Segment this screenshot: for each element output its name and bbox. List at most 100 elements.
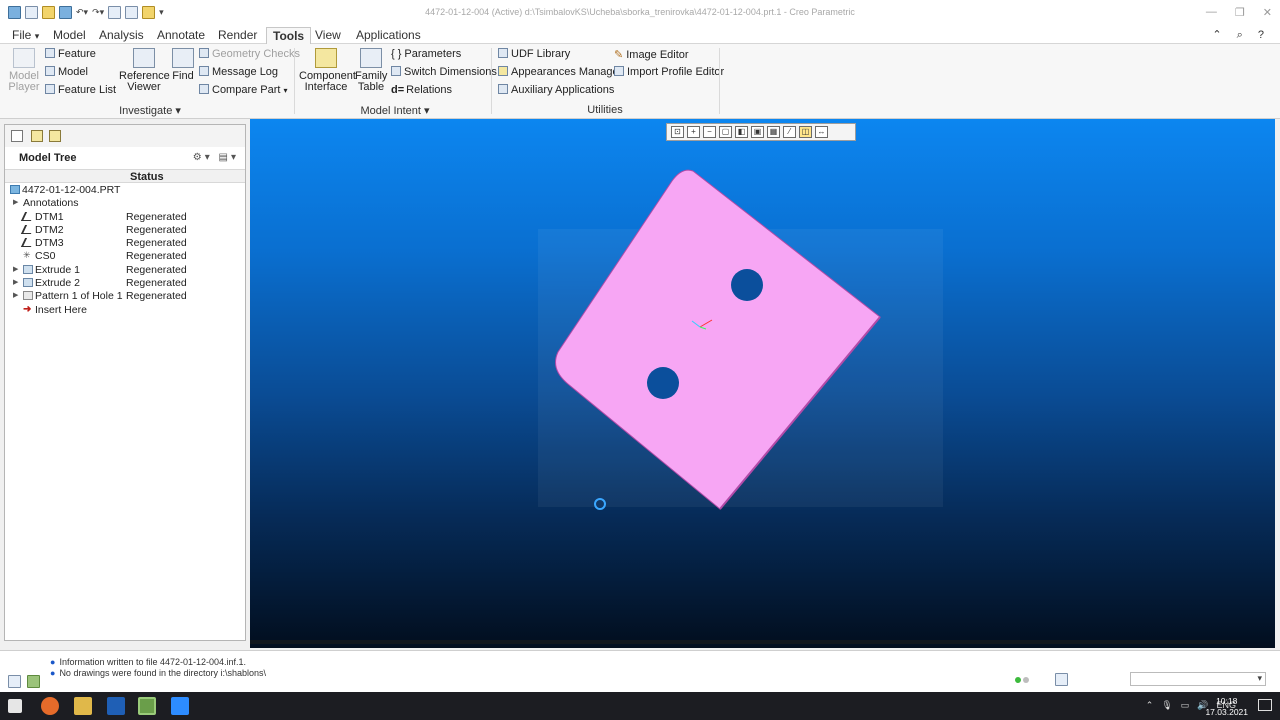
datum-plane-icon <box>20 238 36 248</box>
expand-arrow-icon[interactable]: ▶ <box>13 291 18 299</box>
appearances-manager-button[interactable]: Appearances Manager <box>498 66 622 78</box>
tab-file[interactable]: File ▾ <box>6 27 45 44</box>
model-tree-title: Model Tree <box>19 152 77 164</box>
favorites-icon[interactable] <box>49 130 61 142</box>
switch-dimensions-icon <box>391 66 401 76</box>
tree-item-label: CS0 <box>35 250 56 263</box>
tree-row[interactable]: ✳ CS0 Regenerated <box>5 249 245 262</box>
udf-library-button[interactable]: UDF Library <box>498 48 570 60</box>
firefox-icon[interactable] <box>41 697 59 715</box>
group-divider <box>491 48 492 114</box>
tab-render[interactable]: Render <box>212 27 263 44</box>
toggle-browser-icon[interactable] <box>27 675 40 688</box>
find-status-icon[interactable] <box>1055 673 1068 686</box>
parameters-button[interactable]: { } Parameters <box>391 48 461 60</box>
message-log-button[interactable]: Message Log <box>199 66 278 78</box>
tree-row[interactable]: ➜ Insert Here <box>5 303 245 316</box>
zoom-app-icon[interactable] <box>171 697 189 715</box>
tab-tools[interactable]: Tools <box>266 27 312 44</box>
extrude-icon <box>23 264 33 274</box>
close-icon[interactable]: ✕ <box>1263 6 1272 19</box>
tree-row[interactable]: ▶ Extrude 1 Regenerated <box>5 263 245 276</box>
tab-annotate[interactable]: Annotate <box>151 27 211 44</box>
find-button[interactable]: Find <box>171 48 195 82</box>
notifications-icon[interactable] <box>1258 699 1272 711</box>
reference-viewer-button[interactable]: Reference Viewer <box>119 48 170 93</box>
ribbon: Model Player Feature Model Feature List … <box>0 44 1280 119</box>
status-column-header[interactable]: Status <box>130 171 164 183</box>
tree-row[interactable]: DTM1 Regenerated <box>5 210 245 223</box>
chevron-down-icon: ▾ <box>1257 673 1262 683</box>
clock-date: 17.03.2021 <box>1205 707 1248 717</box>
network-icon[interactable]: ▭ <box>1181 700 1190 711</box>
chevron-down-icon: ▾ <box>283 86 288 95</box>
feature-list-button[interactable]: Feature List <box>45 84 116 96</box>
toggle-navigator-icon[interactable] <box>8 675 21 688</box>
microphone-icon[interactable]: 🎙 <box>1161 700 1172 711</box>
family-table-icon <box>360 48 382 68</box>
outlook-icon[interactable] <box>107 697 125 715</box>
reference-viewer-icon <box>133 48 155 68</box>
tab-analysis[interactable]: Analysis <box>93 27 150 44</box>
status-bar-left <box>8 675 40 688</box>
navigator-panel: Model Tree ⚙▾ ▤▾ Status 4472-01-12-004.P… <box>4 124 246 641</box>
compare-part-button[interactable]: Compare Part ▾ <box>199 84 288 96</box>
horizontal-scrollbar[interactable] <box>250 640 1240 644</box>
graphics-window[interactable]: ⊡ + − ▢ ◧ ▣ ▦ ⁄ ◫ ↔ <box>250 119 1275 648</box>
tree-settings-icon[interactable]: ⚙▾ ▤▾ <box>193 152 239 163</box>
model-player-button[interactable]: Model Player <box>8 48 40 93</box>
model-tree-tab-icon[interactable] <box>11 130 23 142</box>
insert-here-icon: ➜ <box>23 303 32 315</box>
file-explorer-icon[interactable] <box>74 697 92 715</box>
component-interface-icon <box>315 48 337 68</box>
model-info-button[interactable]: Model <box>45 66 88 78</box>
model-player-icon <box>13 48 35 68</box>
braces-icon: { } <box>391 48 402 60</box>
tree-row[interactable]: DTM2 Regenerated <box>5 223 245 236</box>
minimize-icon[interactable]: — <box>1206 6 1217 19</box>
tab-applications[interactable]: Applications <box>350 27 427 44</box>
family-table-button[interactable]: Family Table <box>355 48 387 93</box>
feature-info-button[interactable]: Feature <box>45 48 96 60</box>
windows-start-icon[interactable] <box>8 699 22 713</box>
expand-arrow-icon[interactable]: ▶ <box>13 198 18 206</box>
tray-chevron-icon[interactable]: ⌃ <box>1146 700 1154 711</box>
selection-filter-dropdown[interactable]: ▾ <box>1130 672 1266 686</box>
creo-taskbar-icon[interactable] <box>138 697 156 715</box>
expand-arrow-icon[interactable]: ▶ <box>13 265 18 273</box>
geometry-checks-button[interactable]: Geometry Checks <box>199 48 300 60</box>
tree-row[interactable]: ▶ Pattern 1 of Hole 1 Regenerated <box>5 289 245 302</box>
compare-part-icon <box>199 84 209 94</box>
tree-item-status: Regenerated <box>126 263 187 276</box>
model-tree: 4472-01-12-004.PRT ▶ Annotations DTM1 Regene… <box>5 183 245 316</box>
ribbon-help-icons[interactable]: ⌃ ⌕ ? <box>1212 28 1270 42</box>
taskbar-clock[interactable]: 10:18 17.03.2021 <box>1205 696 1248 718</box>
tree-row[interactable]: ▶ Annotations <box>5 196 245 209</box>
udf-library-icon <box>498 48 508 58</box>
tree-row[interactable]: ▶ Extrude 2 Regenerated <box>5 276 245 289</box>
info-bullet-icon: ● <box>50 657 56 667</box>
tab-model[interactable]: Model <box>47 27 92 44</box>
part-icon <box>10 185 20 194</box>
relations-button[interactable]: d= Relations <box>391 84 452 96</box>
component-interface-button[interactable]: Component Interface <box>299 48 356 93</box>
title-bar: ↶▾ ↷▾ ▾ 4472-01-12-004 (Active) d:\Tsimb… <box>0 0 1280 26</box>
model-intent-group-label[interactable]: Model Intent ▾ <box>340 104 450 117</box>
message-area: ● Information written to file 4472-01-12-… <box>0 650 1280 692</box>
switch-dimensions-button[interactable]: Switch Dimensions <box>391 66 497 78</box>
tab-view[interactable]: View <box>309 27 347 44</box>
image-editor-button[interactable]: ✎ Image Editor <box>614 48 689 61</box>
tree-item-status: Regenerated <box>126 277 187 290</box>
import-profile-editor-button[interactable]: Import Profile Editor <box>614 66 724 78</box>
hole-1[interactable] <box>731 269 763 301</box>
expand-arrow-icon[interactable]: ▶ <box>13 278 18 286</box>
tree-row[interactable]: 4472-01-12-004.PRT <box>5 183 245 196</box>
maximize-icon[interactable]: ❐ <box>1235 6 1245 19</box>
tree-row[interactable]: DTM3 Regenerated <box>5 236 245 249</box>
investigate-group-label[interactable]: Investigate ▾ <box>95 104 205 117</box>
extrude-icon <box>23 278 33 288</box>
folder-browser-icon[interactable] <box>31 130 43 142</box>
auxiliary-applications-button[interactable]: Auxiliary Applications <box>498 84 614 96</box>
window-controls: — ❐ ✕ <box>1206 6 1272 19</box>
hole-2[interactable] <box>647 367 679 399</box>
